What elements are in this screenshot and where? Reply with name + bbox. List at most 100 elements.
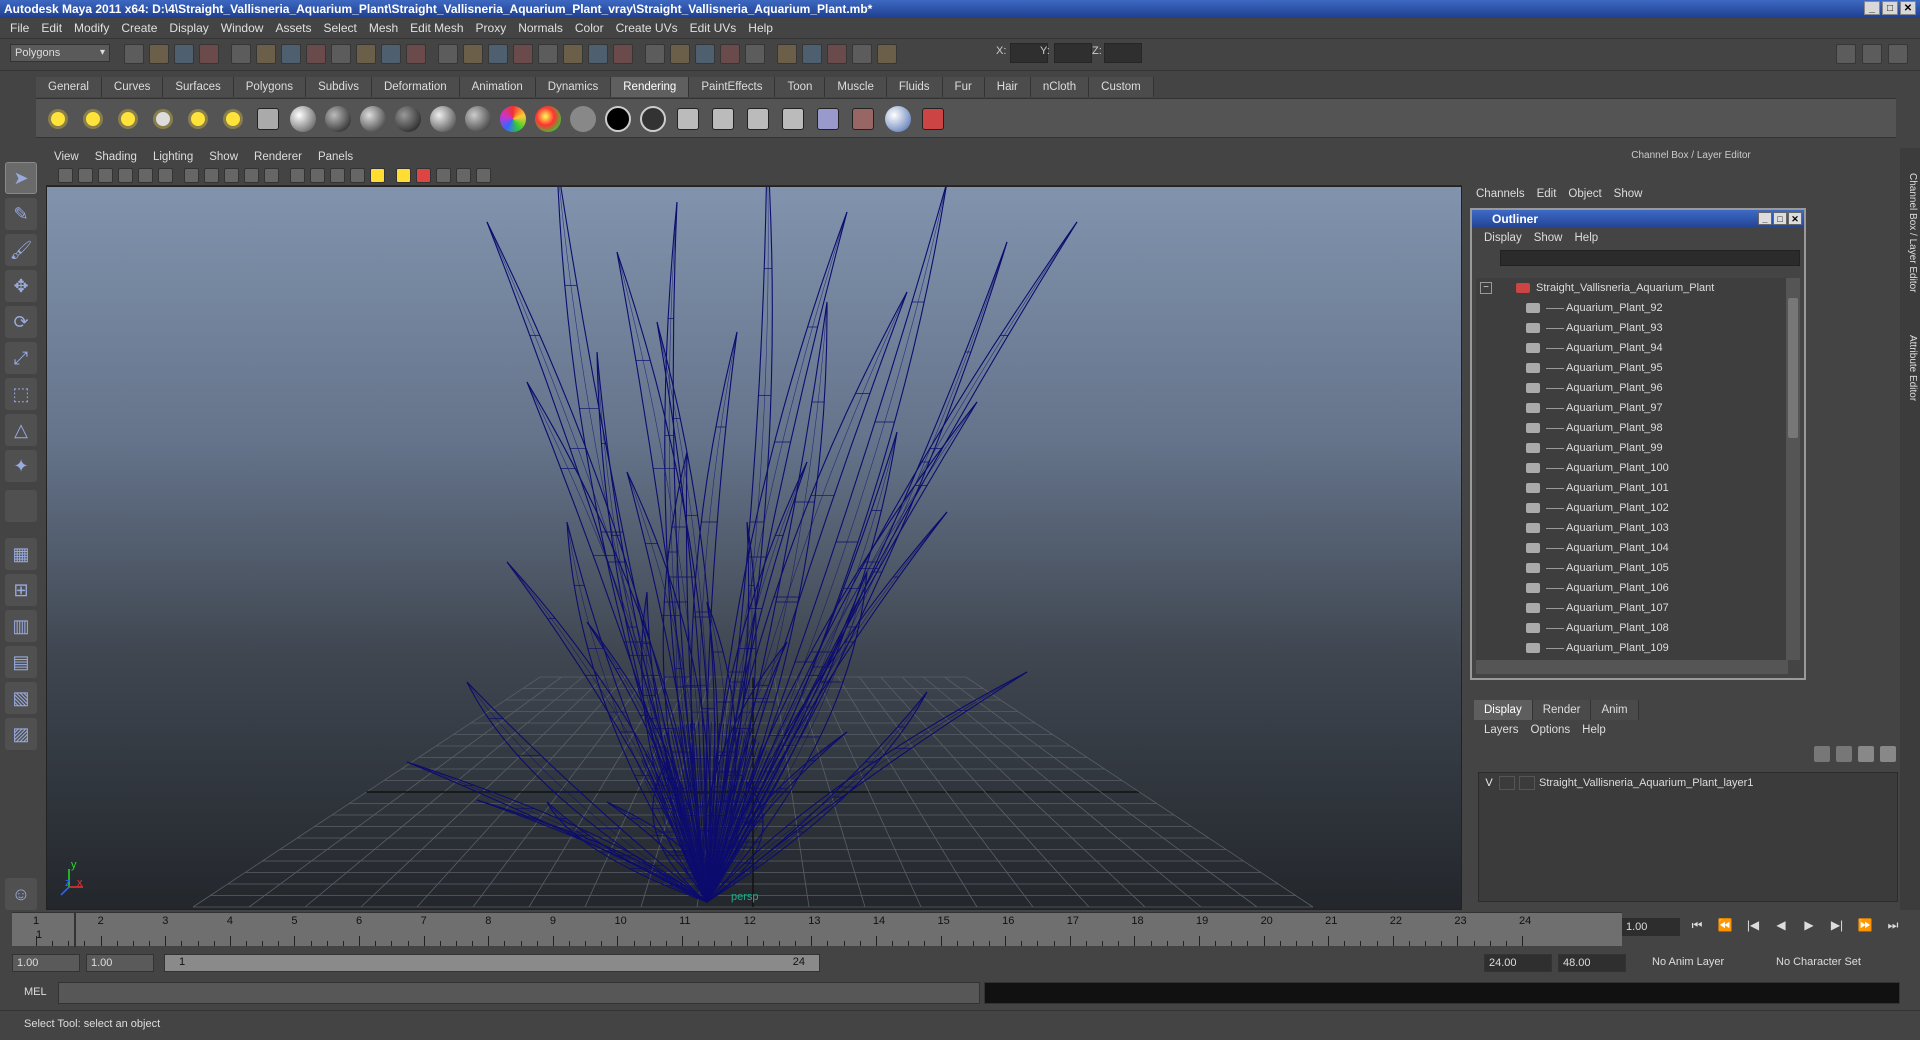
persp-graph-layout-icon[interactable]: ▤	[5, 646, 37, 678]
outliner-menu-display[interactable]: Display	[1478, 232, 1528, 244]
lambert-material-icon[interactable]	[289, 105, 317, 133]
batch-render-icon[interactable]	[744, 105, 772, 133]
menu-edit-mesh[interactable]: Edit Mesh	[404, 21, 469, 35]
playback-end-field[interactable]: 24.00	[1484, 954, 1552, 972]
minimize-button[interactable]: _	[1864, 1, 1880, 15]
outliner-menu-help[interactable]: Help	[1569, 232, 1605, 244]
volume-light-icon[interactable]	[219, 105, 247, 133]
step-back-key-icon[interactable]: ⏪	[1714, 918, 1736, 936]
bookmark-icon[interactable]	[98, 168, 113, 183]
current-frame-marker[interactable]	[74, 913, 76, 947]
snap-point-icon[interactable]	[331, 44, 351, 64]
outliner-maximize-button[interactable]: □	[1773, 212, 1787, 225]
save-scene-icon[interactable]	[613, 44, 633, 64]
panel-menu-renderer[interactable]: Renderer	[246, 151, 310, 163]
command-input[interactable]	[58, 982, 980, 1004]
start-time-field[interactable]: 1.00	[12, 954, 80, 972]
current-time-field[interactable]: 1.00	[1622, 918, 1680, 936]
make-live-icon[interactable]	[381, 44, 401, 64]
close-button[interactable]: ✕	[1900, 1, 1916, 15]
menu-normals[interactable]: Normals	[512, 21, 569, 35]
isolate-select-icon[interactable]	[416, 168, 431, 183]
safe-action-icon[interactable]	[244, 168, 259, 183]
scroll-thumb[interactable]	[1788, 298, 1798, 438]
panel-menu-show[interactable]: Show	[201, 151, 246, 163]
step-back-frame-icon[interactable]: |◀	[1742, 918, 1764, 936]
shelf-tab-rendering[interactable]: Rendering	[611, 77, 690, 97]
select-tool-icon[interactable]: ➤	[5, 162, 37, 194]
menu-create[interactable]: Create	[115, 21, 163, 35]
new-scene-icon[interactable]	[124, 44, 144, 64]
render-view-icon[interactable]	[779, 105, 807, 133]
attribute-editor-toggle-icon[interactable]	[1862, 44, 1882, 64]
character-set-dropdown[interactable]: No Character Set	[1772, 954, 1892, 972]
camera-attributes-icon[interactable]	[78, 168, 93, 183]
play-forwards-icon[interactable]: ▶	[1798, 918, 1820, 936]
snap-grid-icon[interactable]	[281, 44, 301, 64]
shelf-tab-ncloth[interactable]: nCloth	[1030, 77, 1090, 97]
new-layer-icon[interactable]	[1858, 746, 1874, 762]
outliner-item[interactable]: Aquarium_Plant_93	[1476, 318, 1788, 338]
camera-select-icon[interactable]	[58, 168, 73, 183]
outliner-item[interactable]: Aquarium_Plant_109	[1476, 638, 1788, 658]
lasso-tool-icon[interactable]: ✎	[5, 198, 37, 230]
move-tool-icon[interactable]: ✥	[5, 270, 37, 302]
perspective-viewport[interactable]: persp y x z	[46, 186, 1462, 910]
step-forward-key-icon[interactable]: ⏩	[1854, 918, 1876, 936]
wireframe-on-shaded-icon[interactable]	[330, 168, 345, 183]
blinn-material-icon[interactable]	[324, 105, 352, 133]
layer-row[interactable]: V Straight_Vallisneria_Aquarium_Plant_lay…	[1479, 773, 1897, 793]
four-view-layout-icon[interactable]: ⊞	[5, 574, 37, 606]
render-icon[interactable]	[877, 44, 897, 64]
play-backwards-icon[interactable]: ◀	[1770, 918, 1792, 936]
ramp-shader-icon[interactable]	[499, 105, 527, 133]
shelf-tab-dynamics[interactable]: Dynamics	[535, 77, 612, 97]
layer-visibility-toggle[interactable]: V	[1479, 777, 1499, 789]
menu-proxy[interactable]: Proxy	[470, 21, 513, 35]
command-language-label[interactable]: MEL	[24, 986, 47, 998]
shelf-tab-fur[interactable]: Fur	[942, 77, 985, 97]
outliner-item[interactable]: Aquarium_Plant_105	[1476, 558, 1788, 578]
safe-title-icon[interactable]	[264, 168, 279, 183]
menu-help[interactable]: Help	[742, 21, 779, 35]
grid-toggle-icon[interactable]	[138, 168, 153, 183]
go-to-end-icon[interactable]: ⏭	[1882, 918, 1904, 936]
outliner-item[interactable]: Aquarium_Plant_92	[1476, 298, 1788, 318]
menu-mesh[interactable]: Mesh	[363, 21, 404, 35]
range-slider[interactable]: 1 24	[164, 954, 820, 972]
layer-up-icon[interactable]	[1814, 746, 1830, 762]
menu-set-selector[interactable]: Polygons	[10, 44, 110, 62]
select-object-icon[interactable]	[670, 44, 690, 64]
hypershade-icon[interactable]	[814, 105, 842, 133]
save-scene-icon[interactable]	[174, 44, 194, 64]
ambient-light-icon[interactable]	[44, 105, 72, 133]
outliner-item[interactable]: Aquarium_Plant_95	[1476, 358, 1788, 378]
layer-menu-layers[interactable]: Layers	[1478, 724, 1525, 736]
channel-menu-show[interactable]: Show	[1608, 188, 1649, 206]
snap-grid-icon[interactable]	[720, 44, 740, 64]
outliner-item[interactable]: Aquarium_Plant_104	[1476, 538, 1788, 558]
layer-tab-anim[interactable]: Anim	[1591, 700, 1639, 720]
panel-menu-lighting[interactable]: Lighting	[145, 151, 201, 163]
spot-light-icon[interactable]	[149, 105, 177, 133]
persp-outliner-layout-icon[interactable]: ▥	[5, 610, 37, 642]
layer-tab-render[interactable]: Render	[1532, 700, 1592, 720]
attribute-editor-tab[interactable]: Attribute Editor	[1902, 308, 1918, 428]
time-slider[interactable]: 1 1 2 3 4 5 6 7 8 9 10 11 12 13 14 15 16 17 18 19 20 21 22 23 2…	[12, 912, 1622, 947]
outliner-item[interactable]: Aquarium_Plant_100	[1476, 458, 1788, 478]
render-settings-icon[interactable]	[488, 44, 508, 64]
layered-shader-icon[interactable]	[464, 105, 492, 133]
help-character-icon[interactable]: ☺	[5, 878, 37, 910]
soft-mod-tool-icon[interactable]: △	[5, 414, 37, 446]
outliner-item[interactable]: Aquarium_Plant_101	[1476, 478, 1788, 498]
phong-material-icon[interactable]	[359, 105, 387, 133]
field-chart-icon[interactable]	[224, 168, 239, 183]
channel-menu-edit[interactable]: Edit	[1531, 188, 1563, 206]
outliner-minimize-button[interactable]: _	[1758, 212, 1772, 225]
menu-create-uvs[interactable]: Create UVs	[610, 21, 684, 35]
select-object-icon[interactable]	[231, 44, 251, 64]
phonge-material-icon[interactable]	[394, 105, 422, 133]
render-current-icon[interactable]	[674, 105, 702, 133]
image-plane-icon[interactable]	[118, 168, 133, 183]
shelf-tab-animation[interactable]: Animation	[459, 77, 536, 97]
